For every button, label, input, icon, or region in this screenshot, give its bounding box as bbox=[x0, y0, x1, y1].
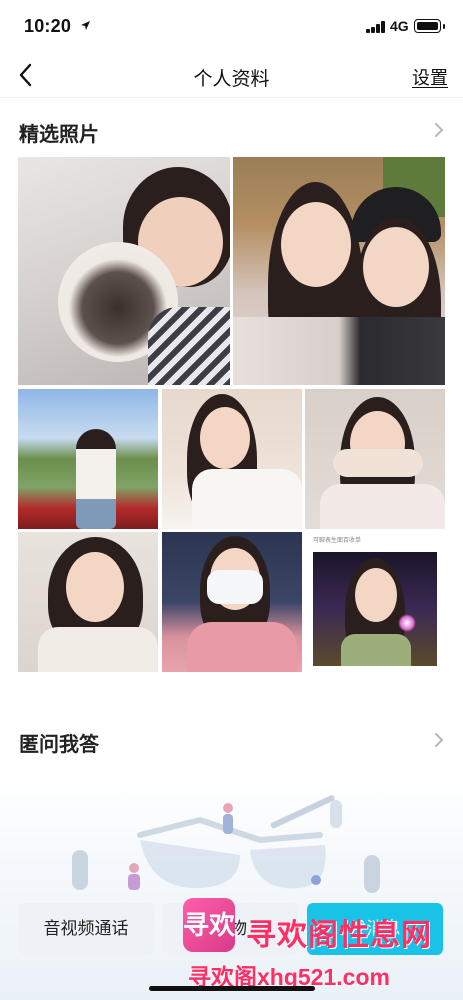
location-arrow-icon bbox=[81, 21, 90, 30]
photo-7[interactable] bbox=[162, 532, 302, 672]
settings-link[interactable]: 设置 bbox=[412, 64, 448, 90]
photo-3[interactable] bbox=[18, 389, 158, 529]
battery-icon bbox=[414, 19, 445, 33]
watermark-logo: 寻欢 bbox=[183, 898, 235, 952]
video-call-button[interactable]: 音视频通话 bbox=[18, 903, 154, 955]
status-time: 10:20 bbox=[24, 16, 72, 36]
watermark-text: 寻欢阁性息网 bbox=[246, 919, 432, 952]
photo-8[interactable]: 可聊表生面百收单 bbox=[305, 532, 445, 672]
home-indicator bbox=[149, 986, 315, 991]
chevron-right-icon bbox=[435, 733, 444, 747]
cellular-signal-icon bbox=[366, 21, 388, 33]
photo-caption: 可聊表生面百收单 bbox=[313, 538, 362, 544]
featured-photos-title: 精选照片 bbox=[19, 124, 99, 146]
qa-section-header[interactable]: 匿问我答 bbox=[0, 720, 463, 760]
network-type: 4G bbox=[390, 18, 409, 34]
chevron-right-icon bbox=[435, 123, 444, 137]
photo-2[interactable] bbox=[233, 157, 445, 385]
qa-section-title: 匿问我答 bbox=[19, 734, 99, 756]
featured-photos-header[interactable]: 精选照片 bbox=[0, 110, 463, 150]
photo-5[interactable] bbox=[305, 389, 445, 529]
status-bar: 10:20 4G bbox=[0, 0, 463, 52]
page-title: 个人资料 bbox=[193, 69, 270, 90]
photo-6[interactable] bbox=[18, 532, 158, 672]
photo-1[interactable] bbox=[18, 157, 230, 385]
photo-4[interactable] bbox=[162, 389, 302, 529]
nav-bar: 个人资料 设置 bbox=[0, 52, 463, 98]
